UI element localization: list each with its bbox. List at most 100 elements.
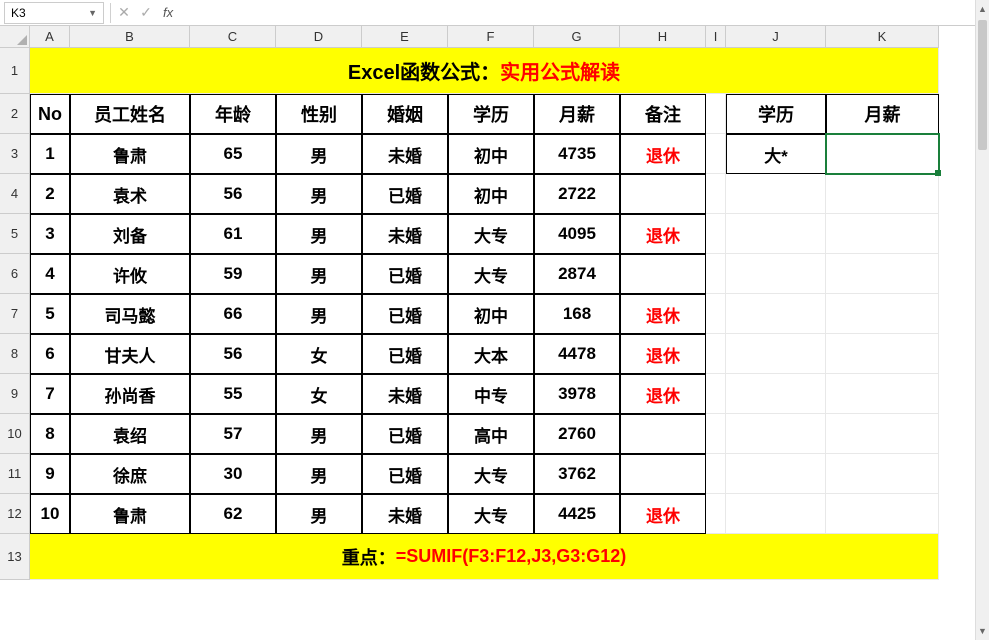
- header-salary2[interactable]: 月薪: [826, 94, 939, 134]
- cell-i11[interactable]: [706, 454, 726, 494]
- cell-remark-r6[interactable]: [620, 254, 706, 294]
- row-header-10[interactable]: 10: [0, 414, 30, 454]
- cell-j12[interactable]: [726, 494, 826, 534]
- row-header-7[interactable]: 7: [0, 294, 30, 334]
- cell-salary-r12[interactable]: 4425: [534, 494, 620, 534]
- cell-i2[interactable]: [706, 94, 726, 134]
- header-edu2[interactable]: 学历: [726, 94, 826, 134]
- cell-age-r7[interactable]: 66: [190, 294, 276, 334]
- formula-input[interactable]: [179, 2, 989, 24]
- cell-salary-r3[interactable]: 4735: [534, 134, 620, 174]
- cell-gender-r6[interactable]: 男: [276, 254, 362, 294]
- cell-name-r3[interactable]: 鲁肃: [70, 134, 190, 174]
- lookup-edu-cell[interactable]: 大*: [726, 134, 826, 174]
- row-header-11[interactable]: 11: [0, 454, 30, 494]
- cell-k8[interactable]: [826, 334, 939, 374]
- cell-name-r6[interactable]: 许攸: [70, 254, 190, 294]
- cell-remark-r4[interactable]: [620, 174, 706, 214]
- cell-gender-r3[interactable]: 男: [276, 134, 362, 174]
- cell-i12[interactable]: [706, 494, 726, 534]
- cell-k10[interactable]: [826, 414, 939, 454]
- header-gender[interactable]: 性别: [276, 94, 362, 134]
- cell-no-r11[interactable]: 9: [30, 454, 70, 494]
- cell-remark-r11[interactable]: [620, 454, 706, 494]
- cell-gender-r9[interactable]: 女: [276, 374, 362, 414]
- cell-i10[interactable]: [706, 414, 726, 454]
- row-header-4[interactable]: 4: [0, 174, 30, 214]
- vertical-scrollbar[interactable]: ▲ ▼: [975, 0, 989, 640]
- lookup-salary-cell[interactable]: [826, 134, 939, 174]
- cell-marital-r3[interactable]: 未婚: [362, 134, 448, 174]
- col-header-C[interactable]: C: [190, 26, 276, 48]
- row-header-1[interactable]: 1: [0, 48, 30, 94]
- cell-age-r6[interactable]: 59: [190, 254, 276, 294]
- cell-age-r10[interactable]: 57: [190, 414, 276, 454]
- cell-remark-r9[interactable]: 退休: [620, 374, 706, 414]
- cell-gender-r5[interactable]: 男: [276, 214, 362, 254]
- header-age[interactable]: 年龄: [190, 94, 276, 134]
- cell-name-r10[interactable]: 袁绍: [70, 414, 190, 454]
- cell-no-r7[interactable]: 5: [30, 294, 70, 334]
- row-header-12[interactable]: 12: [0, 494, 30, 534]
- cell-age-r12[interactable]: 62: [190, 494, 276, 534]
- cell-age-r5[interactable]: 61: [190, 214, 276, 254]
- cell-k4[interactable]: [826, 174, 939, 214]
- cell-j7[interactable]: [726, 294, 826, 334]
- cell-marital-r11[interactable]: 已婚: [362, 454, 448, 494]
- cancel-icon[interactable]: ✕: [113, 4, 135, 21]
- scroll-up-icon[interactable]: ▲: [976, 2, 989, 16]
- col-header-B[interactable]: B: [70, 26, 190, 48]
- row-header-2[interactable]: 2: [0, 94, 30, 134]
- cell-marital-r5[interactable]: 未婚: [362, 214, 448, 254]
- cell-no-r10[interactable]: 8: [30, 414, 70, 454]
- cell-edu-r3[interactable]: 初中: [448, 134, 534, 174]
- col-header-J[interactable]: J: [726, 26, 826, 48]
- cell-marital-r8[interactable]: 已婚: [362, 334, 448, 374]
- header-salary[interactable]: 月薪: [534, 94, 620, 134]
- cell-remark-r8[interactable]: 退休: [620, 334, 706, 374]
- cell-edu-r11[interactable]: 大专: [448, 454, 534, 494]
- cell-k11[interactable]: [826, 454, 939, 494]
- row-header-13[interactable]: 13: [0, 534, 30, 580]
- cell-salary-r7[interactable]: 168: [534, 294, 620, 334]
- cell-age-r9[interactable]: 55: [190, 374, 276, 414]
- cell-remark-r10[interactable]: [620, 414, 706, 454]
- cell-k9[interactable]: [826, 374, 939, 414]
- row-header-5[interactable]: 5: [0, 214, 30, 254]
- row-header-9[interactable]: 9: [0, 374, 30, 414]
- cell-age-r11[interactable]: 30: [190, 454, 276, 494]
- cell-gender-r12[interactable]: 男: [276, 494, 362, 534]
- cell-name-r12[interactable]: 鲁肃: [70, 494, 190, 534]
- cell-name-r5[interactable]: 刘备: [70, 214, 190, 254]
- cell-salary-r5[interactable]: 4095: [534, 214, 620, 254]
- cell-no-r4[interactable]: 2: [30, 174, 70, 214]
- cell-marital-r6[interactable]: 已婚: [362, 254, 448, 294]
- cell-k7[interactable]: [826, 294, 939, 334]
- title-banner[interactable]: Excel函数公式：实用公式解读: [30, 48, 939, 94]
- cell-marital-r7[interactable]: 已婚: [362, 294, 448, 334]
- cell-name-r4[interactable]: 袁术: [70, 174, 190, 214]
- col-header-I[interactable]: I: [706, 26, 726, 48]
- cell-name-r7[interactable]: 司马懿: [70, 294, 190, 334]
- cell-remark-r3[interactable]: 退休: [620, 134, 706, 174]
- cell-j5[interactable]: [726, 214, 826, 254]
- cell-edu-r6[interactable]: 大专: [448, 254, 534, 294]
- cell-salary-r10[interactable]: 2760: [534, 414, 620, 454]
- cell-j11[interactable]: [726, 454, 826, 494]
- cell-name-r9[interactable]: 孙尚香: [70, 374, 190, 414]
- cell-edu-r12[interactable]: 大专: [448, 494, 534, 534]
- footer-formula[interactable]: 重点：=SUMIF(F3:F12,J3,G3:G12): [30, 534, 939, 580]
- cell-remark-r5[interactable]: 退休: [620, 214, 706, 254]
- col-header-A[interactable]: A: [30, 26, 70, 48]
- cell-edu-r8[interactable]: 大本: [448, 334, 534, 374]
- cell-edu-r4[interactable]: 初中: [448, 174, 534, 214]
- row-header-6[interactable]: 6: [0, 254, 30, 294]
- cell-i3[interactable]: [706, 134, 726, 174]
- cell-no-r12[interactable]: 10: [30, 494, 70, 534]
- scroll-thumb[interactable]: [978, 20, 987, 150]
- cell-i9[interactable]: [706, 374, 726, 414]
- cell-marital-r4[interactable]: 已婚: [362, 174, 448, 214]
- cell-gender-r4[interactable]: 男: [276, 174, 362, 214]
- cell-salary-r8[interactable]: 4478: [534, 334, 620, 374]
- cell-j8[interactable]: [726, 334, 826, 374]
